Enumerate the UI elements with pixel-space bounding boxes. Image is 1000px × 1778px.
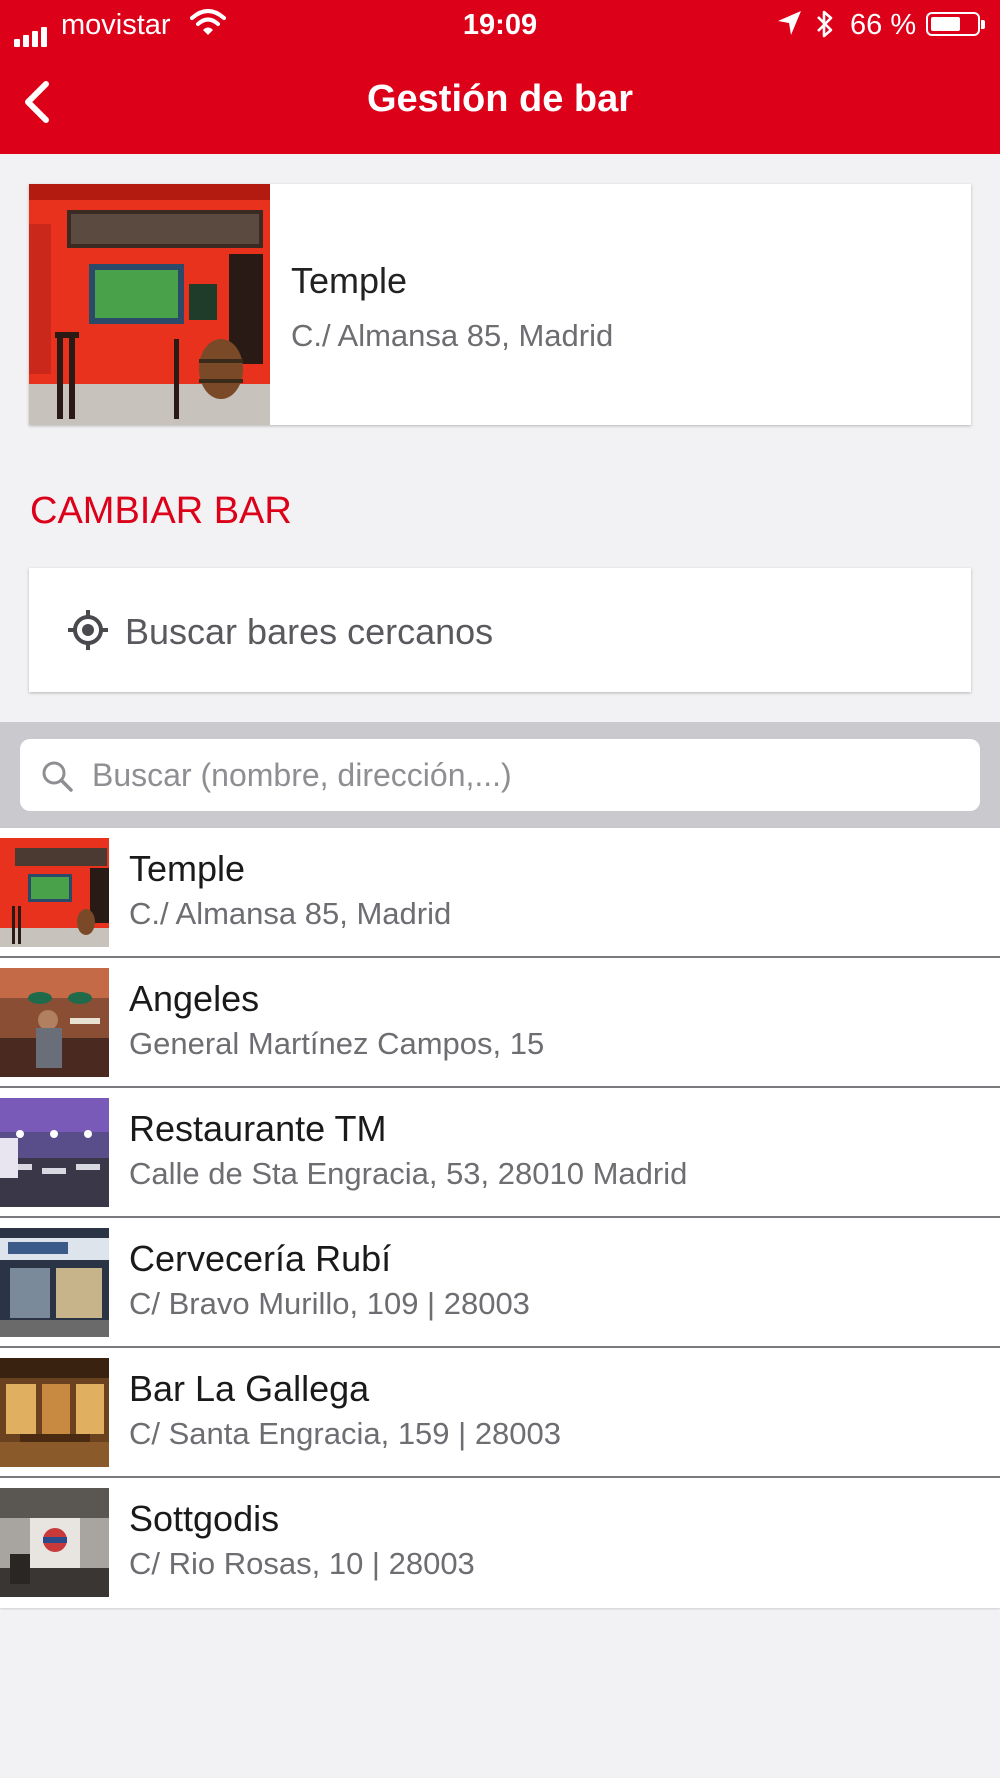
battery-level bbox=[931, 17, 960, 31]
search-box bbox=[20, 739, 980, 811]
bar-name: Bar La Gallega bbox=[129, 1368, 370, 1409]
current-bar-card: Temple C./ Almansa 85, Madrid bbox=[29, 184, 971, 425]
current-bar-address: C./ Almansa 85, Madrid bbox=[291, 318, 614, 353]
bar-address: C/ Rio Rosas, 10 | 28003 bbox=[129, 1546, 475, 1581]
bar-name: Cervecería Rubí bbox=[129, 1238, 392, 1279]
bar-thumbnail bbox=[0, 838, 109, 947]
bar-thumbnail bbox=[0, 968, 109, 1077]
list-item[interactable]: Sottgodis C/ Rio Rosas, 10 | 28003 bbox=[0, 1478, 1000, 1608]
status-bar: movistar 19:09 66 % bbox=[0, 0, 1000, 50]
page-title: Gestión de bar bbox=[366, 78, 634, 120]
list-item[interactable]: Cervecería Rubí C/ Bravo Murillo, 109 | … bbox=[0, 1218, 1000, 1348]
bar-name: Temple bbox=[129, 848, 246, 889]
bar-list: Temple C./ Almansa 85, Madrid Angeles Ge… bbox=[0, 828, 1000, 1608]
bar-thumbnail bbox=[0, 1358, 109, 1467]
search-icon bbox=[40, 759, 74, 798]
current-bar-photo bbox=[29, 184, 270, 425]
battery-icon bbox=[926, 12, 985, 36]
bar-thumbnail bbox=[0, 1488, 109, 1597]
search-input[interactable] bbox=[92, 749, 962, 801]
search-nearby-label: Buscar bares cercanos bbox=[125, 611, 494, 652]
location-target-icon bbox=[67, 609, 109, 656]
bar-name: Sottgodis bbox=[129, 1498, 280, 1539]
bar-address: Calle de Sta Engracia, 53, 28010 Madrid bbox=[129, 1156, 688, 1191]
bar-address: C/ Bravo Murillo, 109 | 28003 bbox=[129, 1286, 530, 1321]
battery-percentage: 66 % bbox=[850, 9, 917, 41]
bar-thumbnail bbox=[0, 1098, 109, 1207]
bluetooth-icon bbox=[813, 8, 837, 48]
current-bar-name: Temple bbox=[291, 260, 408, 301]
list-item[interactable]: Angeles General Martínez Campos, 15 bbox=[0, 958, 1000, 1088]
bar-address: General Martínez Campos, 15 bbox=[129, 1026, 545, 1061]
list-item[interactable]: Restaurante TM Calle de Sta Engracia, 53… bbox=[0, 1088, 1000, 1218]
location-arrow-icon bbox=[775, 8, 803, 46]
bar-address: C/ Santa Engracia, 159 | 28003 bbox=[129, 1416, 562, 1451]
list-item[interactable]: Bar La Gallega C/ Santa Engracia, 159 | … bbox=[0, 1348, 1000, 1478]
bar-thumbnail bbox=[0, 1228, 109, 1337]
bar-address: C./ Almansa 85, Madrid bbox=[129, 896, 452, 931]
bar-name: Angeles bbox=[129, 978, 260, 1019]
search-bar bbox=[0, 722, 1000, 828]
bar-name: Restaurante TM bbox=[129, 1108, 387, 1149]
change-bar-heading: CAMBIAR BAR bbox=[30, 490, 292, 532]
list-item[interactable]: Temple C./ Almansa 85, Madrid bbox=[0, 828, 1000, 958]
navigation-bar: Gestión de bar bbox=[0, 50, 1000, 154]
search-nearby-button[interactable]: Buscar bares cercanos bbox=[29, 568, 971, 692]
